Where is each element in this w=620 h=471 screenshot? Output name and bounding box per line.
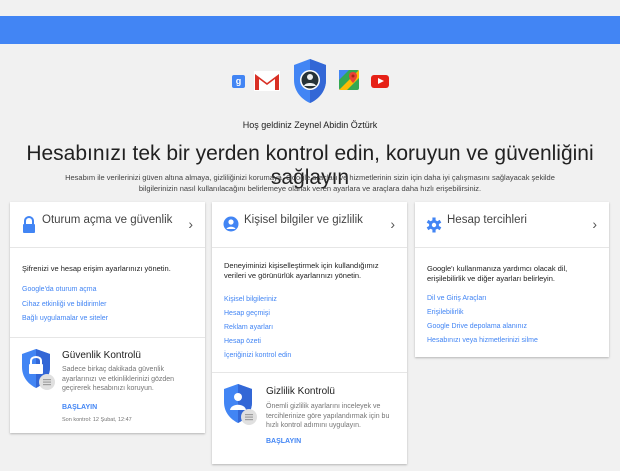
preferences-card: Hesap tercihleri › Google'ı kullanmanıza… (415, 202, 609, 357)
lock-icon (23, 216, 35, 233)
privacy-checkup-description: Önemli gizlilik ayarlarını inceleyek ve … (266, 403, 390, 429)
gmail-icon[interactable] (254, 71, 280, 91)
security-checkup-shield-icon (22, 349, 55, 390)
privacy-link-personal-info[interactable]: Kişisel bilgileriniz (224, 296, 277, 303)
security-link-device-activity[interactable]: Cihaz etkinliği ve bildirimler (22, 301, 106, 308)
gplus-icon[interactable]: g (232, 75, 245, 88)
privacy-link-control-content[interactable]: İçeriğinizi kontrol edin (224, 352, 291, 359)
maps-icon[interactable] (339, 70, 359, 90)
chevron-right-icon[interactable]: › (188, 217, 193, 231)
security-link-signin[interactable]: Google'da oturum açma (22, 286, 97, 293)
preferences-card-description: Google'ı kullanmanıza yardımcı olacak di… (427, 264, 568, 283)
intro-text: Hesabım ile verilerinizi güven altına al… (65, 173, 555, 193)
security-card-description: Şifrenizi ve hesap erişim ayarlarınızı y… (22, 264, 171, 273)
preferences-link-accessibility[interactable]: Erişilebilirlik (427, 309, 464, 316)
welcome-text: Hoş geldiniz Zeynel Abidin Öztürk (242, 120, 378, 130)
privacy-checkup-title: Gizlilik Kontrolü (266, 386, 335, 397)
preferences-card-header[interactable]: Hesap tercihleri › (415, 202, 609, 248)
security-checkup-start-button[interactable]: BAŞLAYIN (62, 404, 97, 411)
top-band (0, 0, 620, 16)
chevron-right-icon[interactable]: › (592, 217, 597, 231)
security-checkup-description: Sadece birkaç dakikada güvenlik ayarları… (62, 366, 175, 392)
privacy-link-account-history[interactable]: Hesap geçmişi (224, 310, 270, 317)
security-card: Oturum açma ve güvenlik › Şifrenizi ve h… (10, 202, 205, 433)
privacy-checkup-section: Gizlilik Kontrolü Önemli gizlilik ayarla… (212, 372, 407, 464)
account-shield-icon[interactable] (292, 58, 328, 104)
person-icon (223, 216, 239, 232)
privacy-link-account-overview[interactable]: Hesap özeti (224, 338, 261, 345)
youtube-icon[interactable] (371, 75, 389, 88)
preferences-link-delete-account[interactable]: Hesabınızı veya hizmetlerinizi silme (427, 337, 538, 344)
privacy-card-description: Deneyiminizi kişiselleştirmek için kulla… (224, 261, 379, 280)
top-app-bar (0, 16, 620, 44)
app-icons-row: g (0, 58, 620, 108)
chevron-right-icon[interactable]: › (390, 217, 395, 231)
security-card-title: Oturum açma ve güvenlik (42, 214, 173, 226)
privacy-checkup-start-button[interactable]: BAŞLAYIN (266, 438, 301, 445)
preferences-card-title: Hesap tercihleri (447, 214, 527, 226)
security-card-header[interactable]: Oturum açma ve güvenlik › (10, 202, 205, 248)
preferences-link-drive-storage[interactable]: Google Drive depolama alanınız (427, 323, 527, 330)
security-checkup-last-checked: Son kontrol: 12 Şubat, 12:47 (62, 417, 132, 423)
privacy-card-header[interactable]: Kişisel bilgiler ve gizlilik › (212, 202, 407, 248)
security-link-connected-apps[interactable]: Bağlı uygulamalar ve siteler (22, 315, 108, 322)
privacy-card-title: Kişisel bilgiler ve gizlilik (244, 214, 363, 226)
gear-icon (426, 217, 442, 233)
security-checkup-title: Güvenlik Kontrolü (62, 350, 141, 361)
privacy-checkup-shield-icon (224, 384, 257, 425)
privacy-card: Kişisel bilgiler ve gizlilik › Deneyimin… (212, 202, 407, 464)
security-checkup-section: Güvenlik Kontrolü Sadece birkaç dakikada… (10, 337, 205, 433)
privacy-link-ad-settings[interactable]: Reklam ayarları (224, 324, 273, 331)
preferences-link-language[interactable]: Dil ve Giriş Araçları (427, 295, 487, 302)
